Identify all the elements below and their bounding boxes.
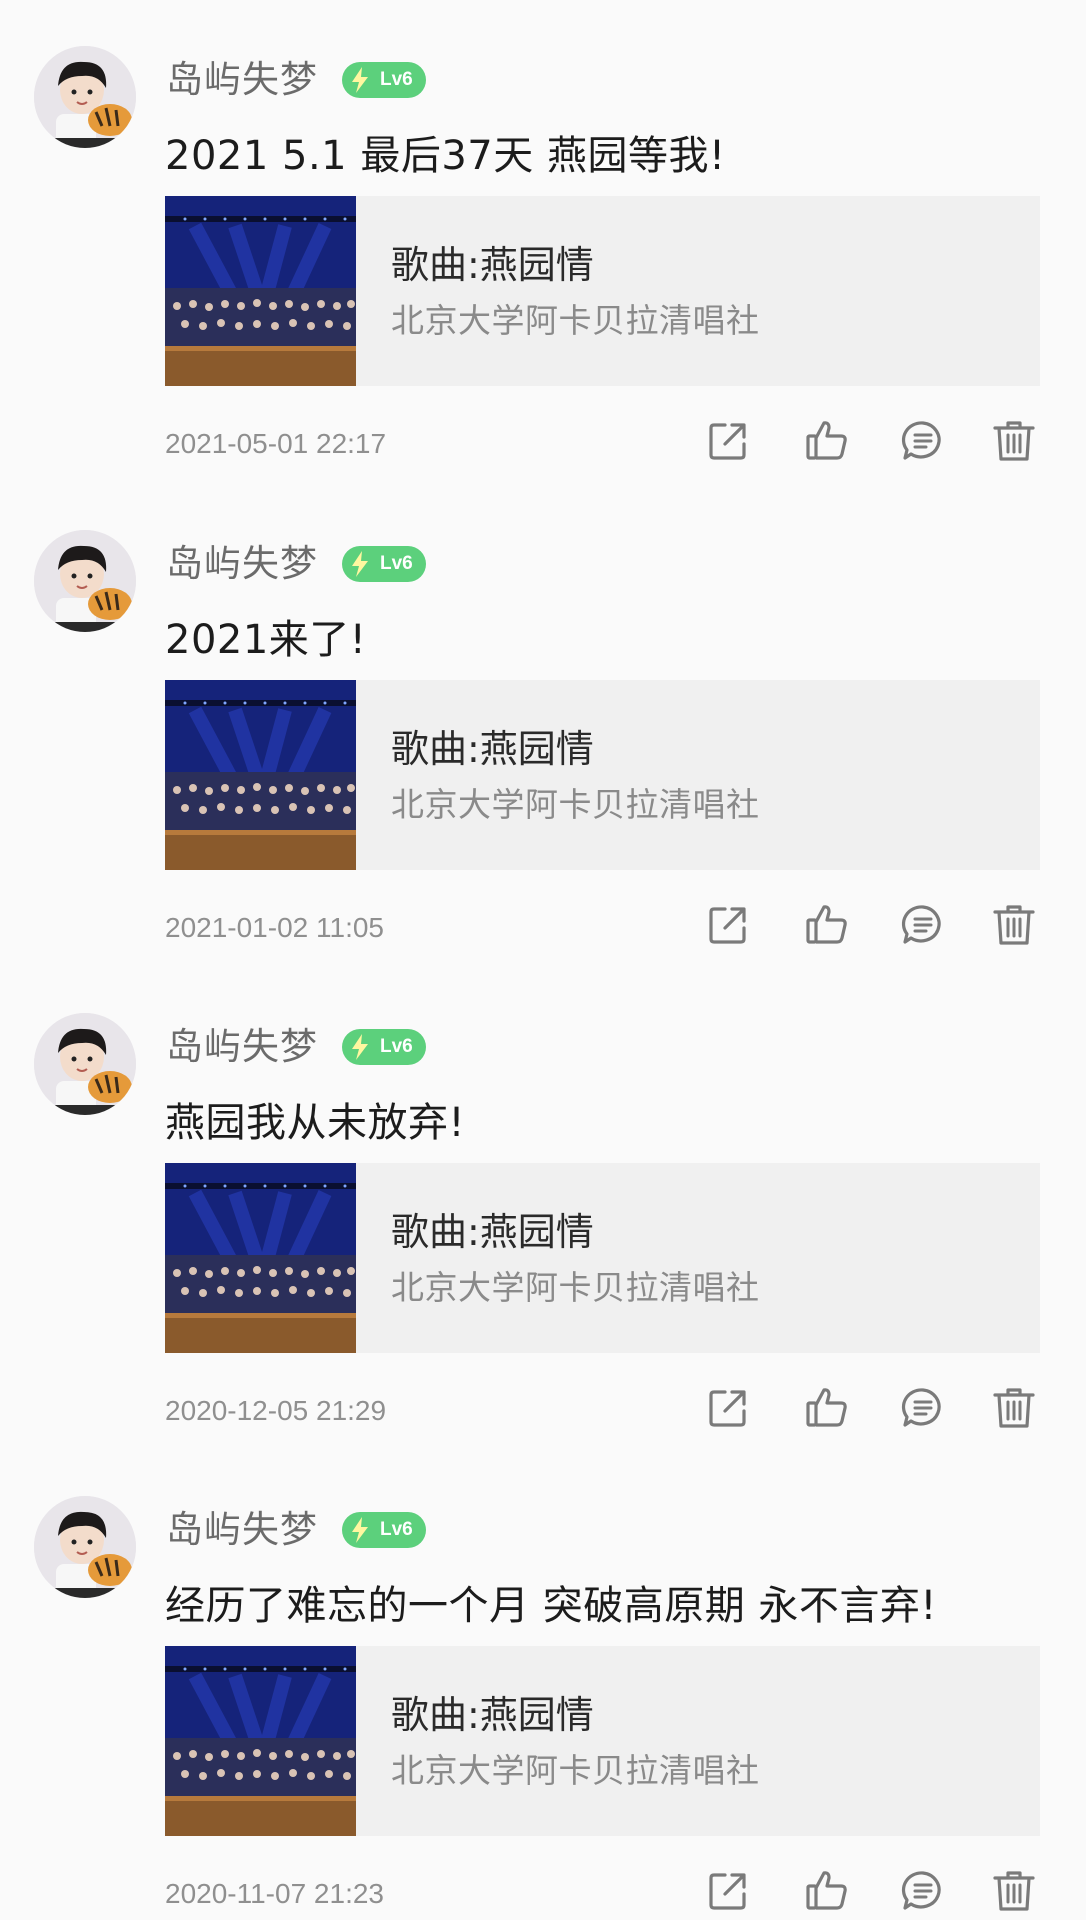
comment-icon [901, 1871, 941, 1910]
comment-icon [901, 421, 941, 460]
song-card[interactable]: 歌曲:燕园情 北京大学阿卡贝拉清唱社 [165, 680, 1040, 870]
post-item: 岛屿失梦 Lv6 经历了难忘的一个月 突破高原期 永不言弃! 歌曲:燕园情 北京… [0, 1496, 1086, 1920]
level-label: Lv6 [380, 553, 413, 574]
delete-button[interactable] [989, 900, 1039, 950]
level-badge: Lv6 [342, 1029, 426, 1065]
username[interactable]: 岛屿失梦 [166, 1506, 318, 1554]
level-badge: Lv6 [342, 1512, 426, 1548]
avatar-image [34, 46, 136, 148]
level-label: Lv6 [380, 1519, 413, 1540]
cover-image [165, 196, 356, 386]
share-icon [709, 1873, 746, 1910]
comment-text: 燕园我从未放弃! [165, 1100, 466, 1146]
comment-text: 经历了难忘的一个月 突破高原期 永不言弃! [165, 1583, 937, 1629]
song-artist: 北京大学阿卡贝拉清唱社 [391, 1751, 760, 1790]
song-card[interactable]: 歌曲:燕园情 北京大学阿卡贝拉清唱社 [165, 1646, 1040, 1836]
reply-button[interactable] [898, 416, 948, 466]
song-cover [165, 1163, 356, 1353]
reply-button[interactable] [898, 1866, 948, 1916]
share-button[interactable] [703, 900, 753, 950]
song-title: 歌曲:燕园情 [391, 1210, 594, 1254]
post-timestamp: 2020-11-07 21:23 [165, 1878, 384, 1909]
reply-button[interactable] [898, 1383, 948, 1433]
trash-icon [993, 1388, 1035, 1428]
thumbs-up-icon [806, 421, 847, 460]
level-label: Lv6 [380, 1036, 413, 1057]
moments-feed: 岛屿失梦 Lv6 2021 5.1 最后37天 燕园等我! 歌曲:燕园情 北京大… [0, 0, 1086, 1920]
trash-icon [993, 1871, 1035, 1911]
song-cover [165, 1646, 356, 1836]
trash-icon [993, 905, 1035, 945]
song-cover [165, 196, 356, 386]
song-artist: 北京大学阿卡贝拉清唱社 [391, 1268, 760, 1307]
post-item: 岛屿失梦 Lv6 2021来了! 歌曲:燕园情 北京大学阿卡贝拉清唱社 2021… [0, 530, 1086, 1014]
comment-icon [901, 1388, 941, 1427]
delete-button[interactable] [989, 416, 1039, 466]
post-item: 岛屿失梦 Lv6 2021 5.1 最后37天 燕园等我! 歌曲:燕园情 北京大… [0, 46, 1086, 530]
song-artist: 北京大学阿卡贝拉清唱社 [391, 785, 760, 824]
song-artist: 北京大学阿卡贝拉清唱社 [391, 301, 760, 340]
username[interactable]: 岛屿失梦 [166, 540, 318, 588]
post-item: 岛屿失梦 Lv6 燕园我从未放弃! 歌曲:燕园情 北京大学阿卡贝拉清唱社 202… [0, 1013, 1086, 1497]
thumbs-up-icon [806, 905, 847, 944]
song-title: 歌曲:燕园情 [391, 243, 594, 287]
avatar-image [34, 1013, 136, 1115]
comment-text: 2021来了! [165, 617, 367, 663]
avatar[interactable] [34, 1496, 136, 1598]
username[interactable]: 岛屿失梦 [166, 1023, 318, 1071]
share-icon [709, 423, 746, 460]
comment-icon [901, 905, 941, 944]
avatar[interactable] [34, 46, 136, 148]
song-card[interactable]: 歌曲:燕园情 北京大学阿卡贝拉清唱社 [165, 1163, 1040, 1353]
username[interactable]: 岛屿失梦 [166, 56, 318, 104]
cover-image [165, 680, 356, 870]
song-title: 歌曲:燕园情 [391, 1693, 594, 1737]
song-card[interactable]: 歌曲:燕园情 北京大学阿卡贝拉清唱社 [165, 196, 1040, 386]
trash-icon [993, 421, 1035, 461]
song-cover [165, 680, 356, 870]
level-badge: Lv6 [342, 62, 426, 98]
avatar-image [34, 530, 136, 632]
lightning-icon [352, 1517, 368, 1543]
song-title: 歌曲:燕园情 [391, 727, 594, 771]
like-button[interactable] [802, 416, 852, 466]
avatar-image [34, 1496, 136, 1598]
cover-image [165, 1646, 356, 1836]
post-timestamp: 2020-12-05 21:29 [165, 1395, 387, 1426]
like-button[interactable] [802, 900, 852, 950]
share-button[interactable] [703, 416, 753, 466]
lightning-icon [352, 551, 368, 577]
share-icon [709, 907, 746, 944]
delete-button[interactable] [989, 1383, 1039, 1433]
comment-text: 2021 5.1 最后37天 燕园等我! [165, 133, 726, 179]
share-button[interactable] [703, 1383, 753, 1433]
level-label: Lv6 [380, 69, 413, 90]
cover-image [165, 1163, 356, 1353]
avatar[interactable] [34, 530, 136, 632]
like-button[interactable] [802, 1383, 852, 1433]
post-timestamp: 2021-01-02 11:05 [165, 912, 384, 943]
thumbs-up-icon [806, 1871, 847, 1910]
reply-button[interactable] [898, 900, 948, 950]
lightning-icon [352, 1034, 368, 1060]
share-button[interactable] [703, 1866, 753, 1916]
avatar[interactable] [34, 1013, 136, 1115]
like-button[interactable] [802, 1866, 852, 1916]
share-icon [709, 1390, 746, 1427]
thumbs-up-icon [806, 1388, 847, 1427]
lightning-icon [352, 67, 368, 93]
delete-button[interactable] [989, 1866, 1039, 1916]
level-badge: Lv6 [342, 546, 426, 582]
post-timestamp: 2021-05-01 22:17 [165, 428, 387, 459]
